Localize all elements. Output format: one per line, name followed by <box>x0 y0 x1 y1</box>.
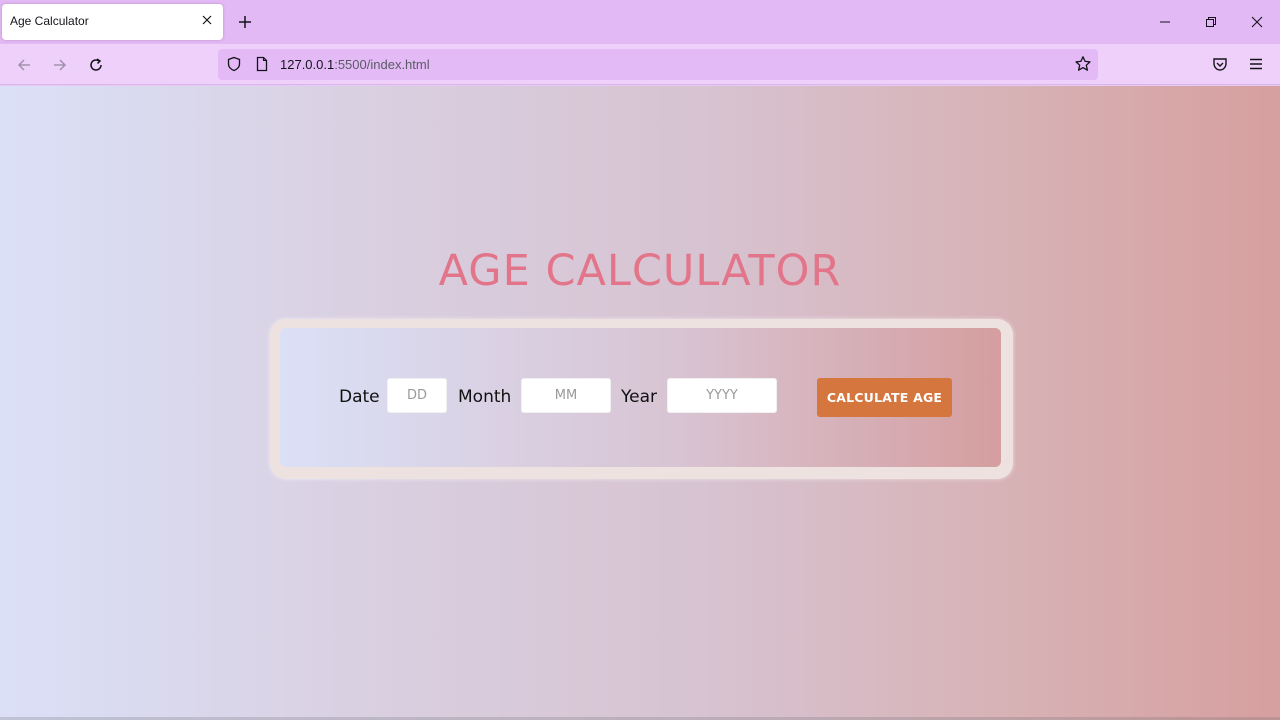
tab-title: Age Calculator <box>10 14 89 28</box>
minimize-icon[interactable] <box>1153 10 1177 34</box>
page-icon <box>254 56 270 72</box>
browser-tab[interactable]: Age Calculator <box>2 4 223 40</box>
calculator-form: Date Month Year CALCULATE AGE <box>280 328 1001 467</box>
pocket-icon[interactable] <box>1209 53 1231 75</box>
shield-icon[interactable] <box>226 56 242 72</box>
browser-tab-bar: Age Calculator <box>0 0 1280 44</box>
page-viewport: AGE CALCULATOR Date Month Year CALCULATE… <box>0 86 1280 720</box>
year-label: Year <box>621 387 657 407</box>
date-label: Date <box>339 387 380 407</box>
browser-nav-bar: 127.0.0.1:5500/index.html <box>0 44 1280 85</box>
url-path: :5500/index.html <box>334 57 430 72</box>
bookmark-star-icon[interactable] <box>1074 55 1092 73</box>
reload-icon[interactable] <box>83 52 109 78</box>
close-window-icon[interactable] <box>1245 10 1269 34</box>
new-tab-icon[interactable] <box>234 11 256 33</box>
url-text: 127.0.0.1:5500/index.html <box>280 57 430 72</box>
back-arrow-icon[interactable] <box>11 52 37 78</box>
month-label: Month <box>458 387 512 407</box>
calculator-card: Date Month Year CALCULATE AGE <box>270 319 1013 479</box>
calculate-age-button[interactable]: CALCULATE AGE <box>817 378 952 417</box>
address-bar[interactable]: 127.0.0.1:5500/index.html <box>218 49 1098 80</box>
url-host: 127.0.0.1 <box>280 57 335 72</box>
forward-arrow-icon[interactable] <box>47 52 73 78</box>
date-input[interactable] <box>387 378 447 413</box>
month-input[interactable] <box>521 378 611 413</box>
close-tab-icon[interactable] <box>199 12 215 28</box>
page-title: AGE CALCULATOR <box>438 246 842 296</box>
year-input[interactable] <box>667 378 777 413</box>
restore-icon[interactable] <box>1199 10 1223 34</box>
hamburger-menu-icon[interactable] <box>1245 53 1267 75</box>
